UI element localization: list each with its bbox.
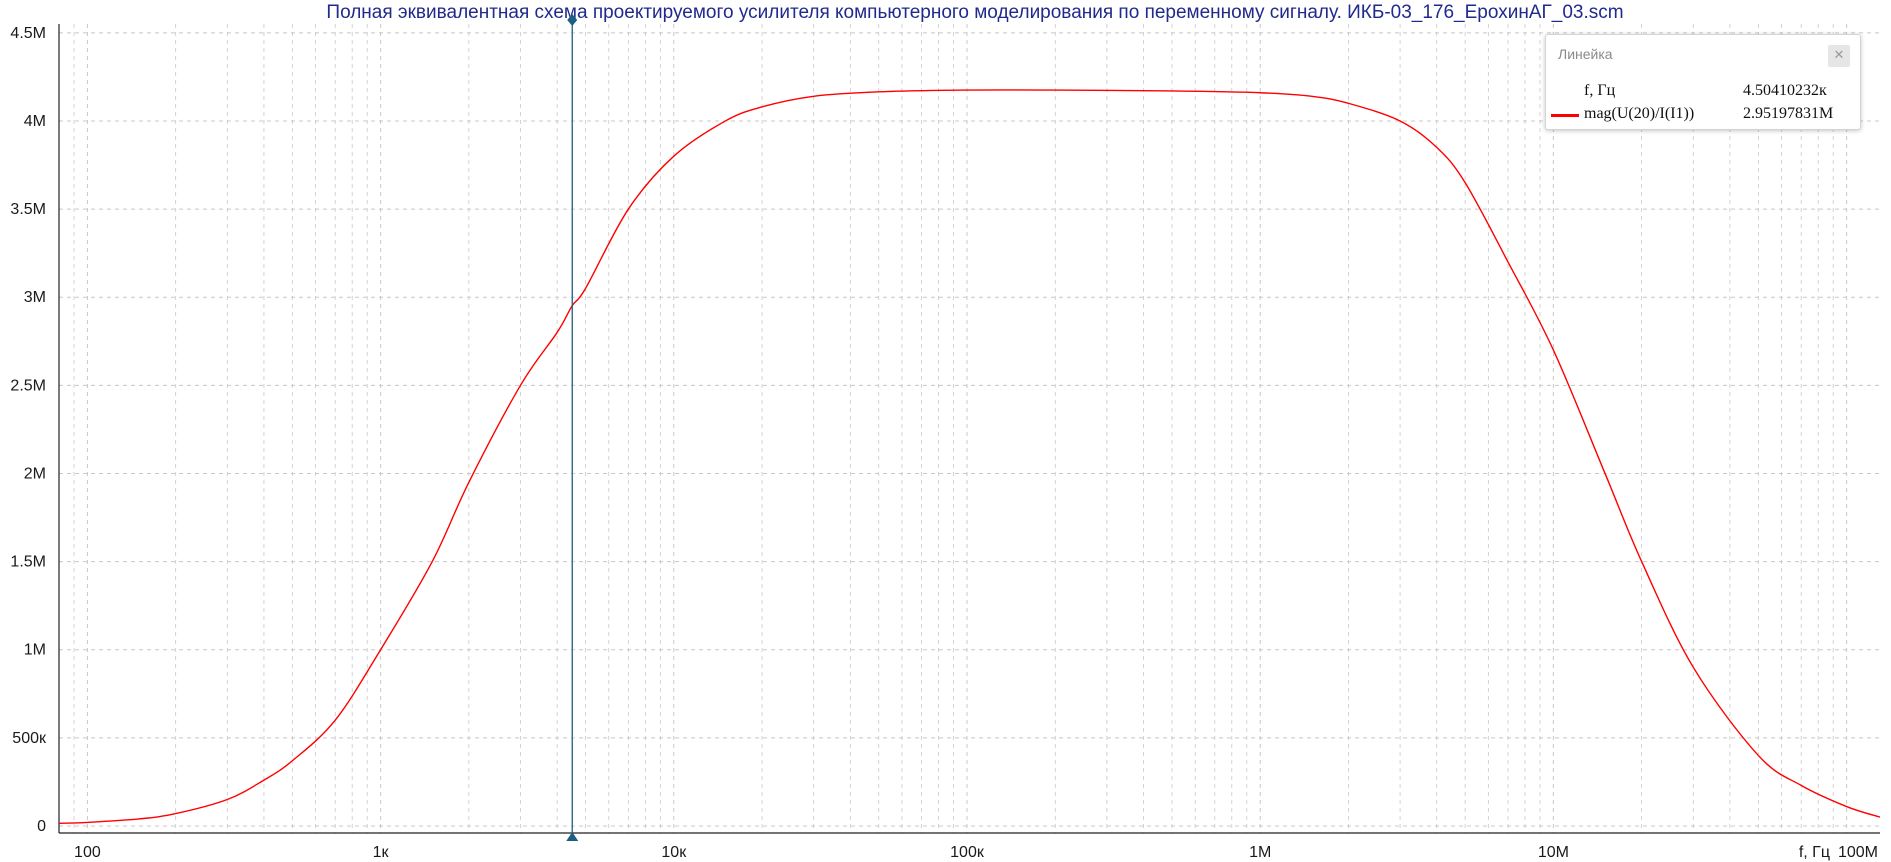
ruler-row-magnitude: mag(U(20)/I(I1)) 2.95197831M [1546,105,1860,125]
y-tick-label: 500к [12,730,47,747]
x-tick-label: 1M [1249,844,1271,861]
x-tick-labels: 100 1к 10к 100к 1M 10M 100M [74,844,1878,861]
chart-title: Полная эквивалентная схема проектируемог… [326,2,1623,23]
x-tick-label: 1к [373,844,390,861]
y-tick-label: 4.5M [10,25,46,42]
ruler-panel[interactable]: Линейка ✕ f, Гц 4.50410232к mag(U(20)/I(… [1545,34,1861,130]
grid [58,24,1880,833]
x-tick-label: 100к [950,844,985,861]
y-tick-label: 1.5M [10,554,46,571]
x-tick-label: 100M [1838,844,1878,861]
y-tick-label: 4M [24,113,46,130]
axes [58,24,1880,834]
close-icon[interactable]: ✕ [1828,45,1850,67]
series-swatch [1551,114,1579,117]
y-tick-labels: 0 500к 1M 1.5M 2M 2.5M 3M 3.5M 4M 4.5M [10,25,47,835]
y-tick-label: 1M [24,642,46,659]
y-tick-label: 0 [37,818,46,835]
y-tick-label: 3.5M [10,201,46,218]
x-tick-label: 10M [1538,844,1569,861]
series-line [58,89,1881,825]
ruler-row-name: f, Гц [1584,82,1616,99]
ruler-row-frequency: f, Гц 4.50410232к [1546,82,1860,102]
y-tick-label: 3M [24,289,46,306]
y-tick-label: 2M [24,465,46,482]
ruler-row-value: 2.95197831M [1743,105,1834,122]
ruler-row-name: mag(U(20)/I(I1)) [1584,105,1695,122]
x-tick-label: 100 [74,844,101,861]
x-axis-label: f, Гц [1799,844,1830,861]
ruler-title: Линейка [1558,46,1613,62]
cursor-layer[interactable] [566,14,579,841]
ruler-row-value: 4.50410232к [1743,82,1827,99]
x-tick-label: 10к [661,844,687,861]
series-layer [58,89,1881,825]
y-tick-label: 2.5M [10,377,46,394]
